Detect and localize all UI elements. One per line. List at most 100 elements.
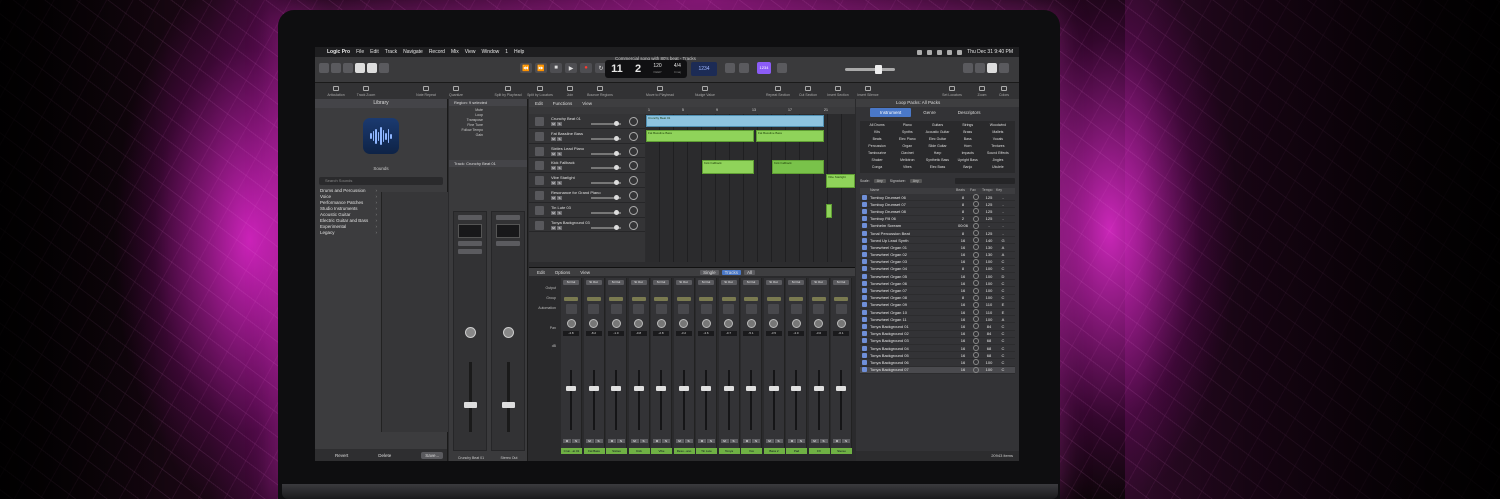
midi-region[interactable]: Fat Bassline Bass [756, 130, 824, 142]
favorite-checkbox[interactable] [973, 280, 979, 287]
volume-fader-cap[interactable] [791, 386, 801, 391]
volume-fader-cap[interactable] [746, 386, 756, 391]
setting-slot[interactable] [496, 215, 520, 220]
loop-row[interactable]: Tomhelm Scream 00:06 - - [860, 222, 1015, 230]
track-pan-knob[interactable] [629, 176, 638, 186]
favorite-checkbox[interactable] [973, 359, 979, 366]
pan-knob[interactable] [814, 319, 823, 328]
mixer-menu-view[interactable]: View [580, 270, 590, 275]
menu-navigate[interactable]: Navigate [403, 49, 423, 55]
solo-button[interactable]: S [557, 166, 562, 171]
tool-track-zoom[interactable]: Track Zoom [351, 86, 381, 97]
keyword-button[interactable]: Strings [953, 123, 983, 128]
mute-button[interactable]: M [698, 439, 706, 443]
library-delete-button[interactable]: Delete [378, 453, 391, 458]
pan-knob[interactable] [724, 319, 733, 328]
mute-button[interactable]: M [653, 439, 661, 443]
signature-dropdown[interactable]: Any [909, 179, 922, 183]
fader-value[interactable]: -4.6 [698, 331, 714, 336]
volume-fader-cap[interactable] [701, 386, 711, 391]
track-pan-knob[interactable] [629, 146, 638, 156]
track-volume-knob[interactable] [614, 165, 619, 171]
keyword-button[interactable]: Elec Guitar [922, 137, 952, 142]
smart-controls-button[interactable] [343, 63, 353, 73]
output-slot[interactable]: St Out [788, 280, 804, 285]
menu-file[interactable]: File [356, 49, 364, 55]
solo-button[interactable]: S [557, 181, 562, 186]
midi-region[interactable]: Vibe Starlight [826, 174, 855, 188]
loop-row[interactable]: Tonya Background 03 16 68 C [860, 337, 1015, 345]
keyword-button[interactable]: Ukulele [983, 165, 1013, 170]
track-header[interactable]: Fat Bassline Bass M S [529, 129, 645, 144]
volume-fader-cap[interactable] [768, 386, 779, 391]
master-volume-slider[interactable] [845, 68, 895, 71]
keyword-button[interactable]: Upright Bass [953, 158, 983, 163]
keyword-button[interactable]: Organ [892, 144, 922, 149]
favorite-checkbox[interactable] [973, 337, 979, 344]
mute-button[interactable]: M [833, 439, 841, 443]
midi-region[interactable]: Kick Fallback [702, 160, 754, 174]
control-center-icon[interactable] [957, 49, 963, 55]
menu-one[interactable]: 1 [505, 49, 508, 55]
volume-fader-cap[interactable] [836, 386, 846, 391]
menu-record[interactable]: Record [429, 49, 445, 55]
solo-button[interactable]: S [752, 439, 760, 443]
region-inspector-header[interactable]: Region: 9 selected [449, 99, 527, 106]
loop-row[interactable]: Tonewheel Organ 06 16 100 C [860, 280, 1015, 288]
pan-knob[interactable] [769, 319, 778, 328]
solo-button[interactable]: S [842, 439, 850, 443]
favorite-checkbox[interactable] [973, 265, 979, 272]
solo-button[interactable]: S [557, 195, 562, 200]
tool-repeat-section[interactable]: Repeat Section [763, 86, 793, 97]
editors-button[interactable] [379, 63, 389, 73]
pan-knob[interactable] [634, 319, 643, 328]
loop-row[interactable]: Tomboy Fill 06 2 125 - [860, 215, 1015, 223]
keyword-button[interactable]: Vibes [892, 165, 922, 170]
mute-button[interactable]: M [720, 439, 729, 443]
track-header[interactable]: Vibe Starlight M S [529, 173, 645, 188]
library-search-input[interactable]: Search Sounds [319, 177, 443, 185]
loop-row[interactable]: Tonya Background 02 16 84 C [860, 330, 1015, 338]
pan-knob[interactable] [656, 319, 666, 328]
track-pan-knob[interactable] [629, 190, 638, 200]
solo-button[interactable]: S [639, 439, 648, 443]
favorite-checkbox[interactable] [973, 323, 979, 330]
pan-knob[interactable] [611, 319, 621, 328]
pan-knob[interactable] [679, 319, 688, 328]
automation-read-button[interactable] [699, 297, 713, 301]
volume-fader-cap[interactable] [633, 386, 644, 391]
bar-ruler[interactable]: 1 5 9 13 17 21 [646, 107, 855, 114]
volume-fader-track[interactable] [615, 370, 617, 430]
fader-value[interactable]: -3.5 [765, 331, 782, 336]
keyword-button[interactable]: Banjo [953, 165, 983, 170]
loop-row[interactable]: Tonal Percussion Beat 8 125 - [860, 230, 1015, 238]
mute-button[interactable]: M [675, 439, 684, 443]
search-status-icon[interactable] [947, 49, 953, 55]
volume-fader-track[interactable] [795, 370, 797, 430]
keyword-button[interactable]: Percussion [862, 144, 892, 149]
keyword-button[interactable]: Impacts [953, 151, 983, 156]
library-save-button[interactable]: Save... [421, 451, 444, 459]
volume-fader-track[interactable] [507, 362, 510, 432]
play-button[interactable]: ▶ [565, 63, 577, 73]
mute-button[interactable]: M [608, 439, 616, 443]
tool-colors[interactable]: Colors [989, 86, 1019, 97]
output-slot[interactable]: St Out [608, 280, 624, 285]
solo-button[interactable]: S [617, 439, 625, 443]
loop-row[interactable]: Tonewheel Organ 09 16 110 E [860, 301, 1015, 309]
loop-row[interactable]: Tonya Background 06 16 100 C [860, 359, 1015, 367]
track-header[interactable]: Sixties Lead Piano M S [529, 144, 645, 159]
keyword-button[interactable]: Shaker [862, 158, 892, 163]
mixer-button[interactable] [367, 63, 377, 73]
keyword-button[interactable]: Beats [862, 137, 892, 142]
output-slot[interactable]: St Out [630, 280, 647, 285]
keyword-button[interactable]: Slide Guitar [922, 144, 952, 149]
automation-read-button[interactable] [609, 297, 623, 301]
count-in-button[interactable] [777, 63, 787, 73]
favorite-checkbox[interactable] [973, 316, 979, 323]
output-slot[interactable]: St Out [698, 280, 714, 285]
track-volume-knob[interactable] [614, 135, 619, 141]
volume-fader-cap[interactable] [611, 386, 621, 391]
loop-row[interactable]: Tonewheel Organ 08 8 100 C [860, 294, 1015, 302]
midi-region[interactable]: Fat Bassline Bass [646, 130, 754, 142]
